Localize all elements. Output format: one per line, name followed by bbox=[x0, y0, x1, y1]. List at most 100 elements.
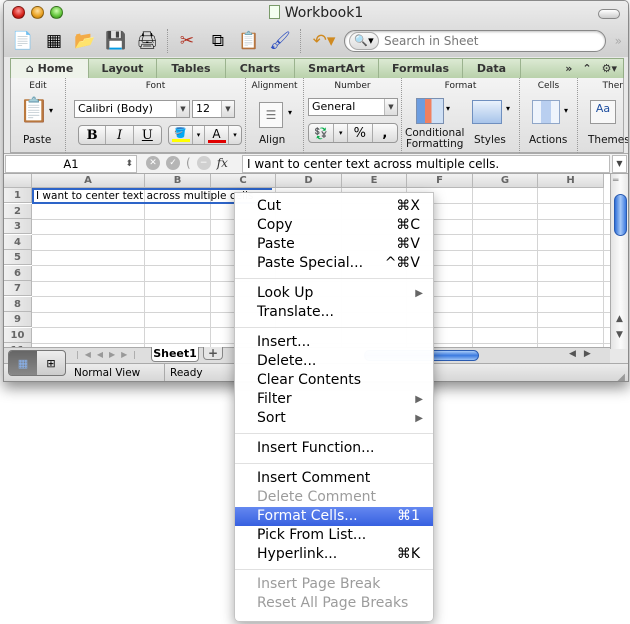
more-tabs-icon[interactable]: » bbox=[565, 62, 572, 75]
themes-icon[interactable]: Aa bbox=[590, 100, 616, 124]
menu-item-cut[interactable]: Cut ⌘X bbox=[235, 197, 433, 216]
search-input[interactable]: 🔍▾ Search in Sheet bbox=[344, 30, 606, 52]
select-all-corner[interactable] bbox=[4, 174, 32, 188]
align-icon[interactable]: ☰ bbox=[259, 102, 283, 128]
save-icon[interactable]: 💾 bbox=[103, 29, 129, 53]
currency-dropdown[interactable]: ▾ bbox=[334, 124, 349, 142]
chevron-down-icon[interactable]: ▼ bbox=[221, 101, 234, 117]
actions-button[interactable]: Actions bbox=[529, 134, 567, 146]
conditional-formatting-button[interactable]: Conditional Formatting bbox=[405, 128, 464, 150]
cut-icon[interactable]: ✂ bbox=[174, 29, 200, 53]
menu-item-insert-comment[interactable]: Insert Comment bbox=[235, 469, 433, 488]
sheet-tab[interactable]: Sheet1 bbox=[151, 347, 199, 362]
conditional-dropdown-icon[interactable]: ▾ bbox=[446, 104, 450, 113]
number-format-select[interactable]: General ▼ bbox=[308, 98, 398, 116]
styles-dropdown-icon[interactable]: ▾ bbox=[506, 104, 510, 113]
chevron-down-icon[interactable]: ▼ bbox=[176, 101, 189, 117]
row-header-5[interactable]: 5 bbox=[4, 250, 32, 265]
scroll-down-icon[interactable]: ▼ bbox=[616, 330, 623, 340]
actions-dropdown-icon[interactable]: ▾ bbox=[564, 106, 568, 115]
bold-button[interactable]: B bbox=[79, 126, 107, 144]
sheet-nav-arrows[interactable]: |◀◀▶▶| bbox=[76, 350, 142, 359]
menu-item-sort[interactable]: Sort ▶ bbox=[235, 409, 433, 428]
row-header-10[interactable]: 10 bbox=[4, 327, 32, 343]
themes-button[interactable]: Themes bbox=[588, 134, 628, 146]
row-header-6[interactable]: 6 bbox=[4, 265, 32, 281]
tab-layout[interactable]: Layout bbox=[89, 59, 157, 78]
underline-button[interactable]: U bbox=[134, 126, 161, 144]
fill-color-dropdown[interactable]: ▾ bbox=[193, 126, 205, 144]
menu-item-paste-special[interactable]: Paste Special... ^⌘V bbox=[235, 254, 433, 273]
menu-item-clear-contents[interactable]: Clear Contents bbox=[235, 371, 433, 390]
resize-grip-icon[interactable]: ◢ bbox=[617, 372, 625, 381]
tab-charts[interactable]: Charts bbox=[226, 59, 295, 78]
page-layout-view-icon[interactable]: ⊞ bbox=[37, 351, 65, 375]
collapse-ribbon-icon[interactable]: ⌃ bbox=[582, 62, 591, 75]
menu-item-format-cells[interactable]: Format Cells... ⌘1 bbox=[235, 507, 433, 526]
menu-item-insert-function[interactable]: Insert Function... bbox=[235, 439, 433, 458]
column-header-a[interactable]: A bbox=[32, 174, 145, 188]
split-handle-icon[interactable]: ═ bbox=[613, 176, 618, 186]
column-header-d[interactable]: D bbox=[276, 174, 342, 188]
row-header-9[interactable]: 9 bbox=[4, 312, 32, 327]
currency-icon[interactable]: 💱 bbox=[309, 124, 335, 142]
fill-color-button[interactable]: 🪣 bbox=[169, 126, 193, 144]
conditional-formatting-icon[interactable] bbox=[416, 98, 444, 124]
open-icon[interactable]: 📂 bbox=[72, 29, 98, 53]
paste-icon[interactable]: 📋 bbox=[19, 96, 49, 124]
menu-item-pick-from-list[interactable]: Pick From List... bbox=[235, 526, 433, 545]
align-button[interactable]: Align bbox=[259, 134, 285, 146]
vertical-scroll-thumb[interactable] bbox=[614, 194, 627, 236]
tab-home[interactable]: ⌂ Home bbox=[11, 59, 89, 78]
menu-item-copy[interactable]: Copy ⌘C bbox=[235, 216, 433, 235]
new-icon[interactable]: 📄 bbox=[10, 29, 36, 53]
styles-icon[interactable] bbox=[472, 100, 502, 124]
row-header-4[interactable]: 4 bbox=[4, 234, 32, 250]
chevron-down-icon[interactable]: ▼ bbox=[384, 99, 397, 115]
insert-function-button[interactable]: fx bbox=[217, 156, 228, 170]
column-header-h[interactable]: H bbox=[538, 174, 604, 188]
name-box[interactable]: A1 ⬍ bbox=[5, 155, 137, 173]
print-icon[interactable]: 🖨 bbox=[134, 29, 160, 53]
cells-actions-icon[interactable] bbox=[532, 100, 560, 124]
undo-icon[interactable]: ↶▾ bbox=[307, 29, 341, 53]
copy-icon[interactable]: ⧉ bbox=[205, 29, 231, 53]
formula-input[interactable]: I want to center text across multiple ce… bbox=[242, 155, 610, 173]
column-header-g[interactable]: G bbox=[473, 174, 538, 188]
font-size-select[interactable]: 12 ▼ bbox=[192, 100, 235, 118]
column-header-e[interactable]: E bbox=[342, 174, 407, 188]
gear-icon[interactable]: ⚙▾ bbox=[602, 62, 617, 75]
menu-item-filter[interactable]: Filter ▶ bbox=[235, 390, 433, 409]
stepper-icon[interactable]: ⬍ bbox=[125, 156, 133, 172]
toolbar-overflow-icon[interactable]: » bbox=[615, 34, 622, 48]
font-color-dropdown[interactable]: ▾ bbox=[229, 126, 241, 144]
column-header-b[interactable]: B bbox=[145, 174, 211, 188]
vertical-scrollbar[interactable]: ═ ▲ ▼ bbox=[610, 174, 628, 349]
search-icon[interactable]: 🔍▾ bbox=[349, 32, 379, 50]
normal-view-icon[interactable]: ▦ bbox=[9, 351, 37, 375]
row-header-8[interactable]: 8 bbox=[4, 296, 32, 312]
menu-item-paste[interactable]: Paste ⌘V bbox=[235, 235, 433, 254]
row-header-7[interactable]: 7 bbox=[4, 281, 32, 296]
column-header-c[interactable]: C bbox=[211, 174, 276, 188]
menu-item-delete[interactable]: Delete... bbox=[235, 352, 433, 371]
enter-icon[interactable]: ✓ bbox=[166, 156, 180, 170]
scroll-up-icon[interactable]: ▲ bbox=[616, 314, 623, 324]
tab-data[interactable]: Data bbox=[463, 59, 521, 78]
tab-formulas[interactable]: Formulas bbox=[379, 59, 463, 78]
tab-tables[interactable]: Tables bbox=[157, 59, 226, 78]
align-dropdown-icon[interactable]: ▾ bbox=[288, 108, 292, 117]
row-header-2[interactable]: 2 bbox=[4, 203, 32, 219]
paste-button[interactable]: Paste bbox=[23, 134, 51, 146]
tab-smartart[interactable]: SmartArt bbox=[295, 59, 379, 78]
horizontal-scroll-arrows[interactable]: ◀▶ bbox=[569, 349, 599, 359]
paste-icon[interactable]: 📋 bbox=[236, 29, 262, 53]
add-sheet-button[interactable]: + bbox=[203, 347, 223, 360]
formula-expand-icon[interactable]: ▼ bbox=[612, 155, 627, 173]
column-header-f[interactable]: F bbox=[407, 174, 473, 188]
menu-item-insert[interactable]: Insert... bbox=[235, 333, 433, 352]
comma-button[interactable]: , bbox=[373, 124, 397, 142]
cancel-icon[interactable]: ✕ bbox=[146, 156, 160, 170]
italic-button[interactable]: I bbox=[106, 126, 134, 144]
menu-item-translate[interactable]: Translate... bbox=[235, 303, 433, 322]
